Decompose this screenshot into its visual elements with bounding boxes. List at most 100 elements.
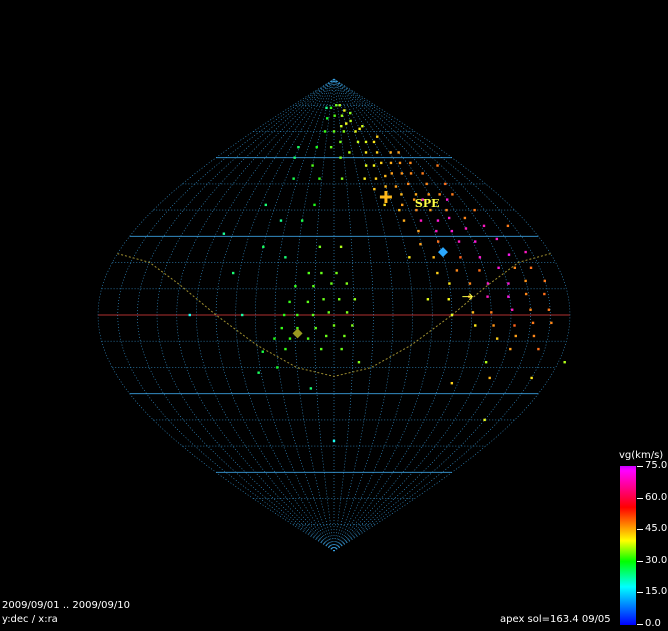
meteor-radiant-point	[419, 219, 423, 222]
meteor-radiant-point	[273, 337, 276, 340]
meteor-radiant-point	[406, 182, 410, 186]
meteor-radiant-point	[297, 145, 300, 149]
meteor-radiant-point	[314, 326, 317, 330]
meteor-radiant-point	[284, 256, 287, 259]
meteor-radiant-point	[300, 219, 304, 222]
meteor-radiant-point	[357, 361, 361, 364]
meteor-radiant-point	[436, 240, 440, 243]
meteor-radiant-point	[276, 366, 279, 369]
meteor-radiant-point	[261, 350, 264, 353]
shower-radiant-marker	[379, 191, 392, 203]
meteor-radiant-point	[313, 203, 316, 207]
meteor-radiant-point	[537, 347, 540, 351]
meteor-radiant-point	[231, 271, 235, 275]
meteor-radiant-point	[372, 140, 376, 144]
meteor-radiant-point	[353, 298, 357, 301]
meteor-radiant-point	[325, 106, 328, 110]
meteor-radiant-point	[482, 224, 486, 228]
meteor-radiant-point	[550, 321, 553, 325]
meteor-radiant-point	[345, 122, 348, 125]
meteor-radiant-point	[530, 376, 533, 380]
meteor-radiant-point	[318, 245, 322, 249]
meteor-radiant-point	[309, 387, 313, 390]
meteor-radiant-point	[398, 208, 401, 212]
colorbar-tick	[637, 466, 643, 467]
meteor-radiant-point	[307, 271, 310, 275]
meteor-radiant-point	[409, 172, 413, 175]
meteor-radiant-point	[445, 198, 449, 201]
meteor-radiant-point	[394, 185, 398, 188]
meteor-radiant-point	[389, 161, 393, 165]
meteor-radiant-point	[340, 347, 343, 351]
meteor-radiant-point	[339, 245, 343, 249]
velocity-colorbar	[620, 466, 636, 625]
meteor-radiant-point	[438, 193, 441, 196]
meteor-radiant-point	[506, 224, 510, 228]
meteor-radiant-point	[547, 308, 551, 311]
meteor-radiant-point	[293, 156, 296, 159]
meteor-radiant-point	[358, 127, 361, 131]
colorbar-tick	[637, 624, 643, 625]
meteor-radiant-point	[421, 172, 424, 175]
meteor-radiant-point	[473, 208, 476, 212]
diamond-marker	[292, 328, 303, 339]
meteor-radiant-point	[364, 140, 368, 144]
meteor-radiant-point	[478, 256, 482, 259]
meteor-radiant-point	[463, 216, 467, 220]
meteor-radiant-point	[294, 284, 297, 288]
meteor-radiant-point	[339, 140, 342, 144]
meteor-radiant-point	[363, 177, 366, 180]
meteor-radiant-point	[400, 172, 404, 175]
axes-label: y:dec / x:ra	[2, 614, 58, 625]
meteor-radiant-point	[292, 177, 295, 180]
apex-label: apex sol=163.4 09/05	[500, 614, 611, 625]
meteor-radiant-point	[188, 313, 191, 317]
meteor-radiant-point	[264, 203, 267, 207]
meteor-radiant-point	[340, 114, 344, 117]
meteor-radiant-point	[486, 282, 490, 285]
meteor-radiant-point	[351, 324, 354, 327]
meteor-radiant-point	[329, 145, 333, 149]
meteor-radiant-point	[375, 151, 379, 154]
meteor-radiant-point	[345, 311, 349, 314]
date-range-label: 2009/09/01 .. 2009/09/10	[2, 600, 130, 611]
meteor-radiant-point	[447, 298, 450, 301]
meteor-radiant-point	[497, 266, 500, 269]
meteor-radiant-point	[468, 282, 472, 285]
meteor-radiant-point	[384, 185, 387, 188]
meteor-radiant-point	[563, 361, 566, 364]
meteor-radiant-point	[447, 216, 451, 220]
colorbar-tick	[637, 560, 643, 562]
meteor-radiant-point	[364, 164, 368, 167]
meteor-radiant-point	[529, 308, 532, 311]
meteor-radiant-point	[543, 292, 546, 296]
meteor-radiant-point	[257, 371, 260, 374]
meteor-radiant-point	[401, 203, 404, 207]
meteor-radiant-point	[432, 256, 435, 259]
meteor-radiant-point	[345, 282, 349, 285]
arrow-marker	[462, 293, 474, 300]
meteor-radiant-point	[288, 337, 292, 340]
meteor-radiant-point	[524, 250, 527, 254]
meteor-radiant-point	[320, 271, 323, 275]
colorbar-tick	[637, 592, 643, 594]
meteor-radiant-point	[338, 298, 341, 301]
meteor-radiant-point	[384, 174, 387, 178]
meteor-radiant-point	[343, 334, 346, 338]
meteor-radiant-point	[380, 161, 383, 165]
meteor-radiant-point	[354, 130, 357, 133]
meteor-radiant-point	[383, 203, 386, 207]
meteor-radiant-point	[241, 313, 244, 317]
meteor-radiant-point	[296, 313, 299, 317]
meteor-radiant-point	[342, 130, 346, 133]
meteor-radiant-point	[325, 334, 328, 338]
meteor-radiant-point	[400, 193, 403, 196]
meteor-radiant-point	[279, 219, 283, 222]
meteor-radiant-point	[524, 292, 528, 296]
meteor-radiant-point	[356, 140, 360, 144]
colorbar-tick-label: 45.0	[645, 523, 668, 535]
meteor-radiant-point	[330, 282, 333, 285]
meteor-radiant-point	[284, 347, 287, 351]
meteor-radiant-point	[448, 282, 451, 285]
meteor-radiant-point	[262, 245, 265, 249]
